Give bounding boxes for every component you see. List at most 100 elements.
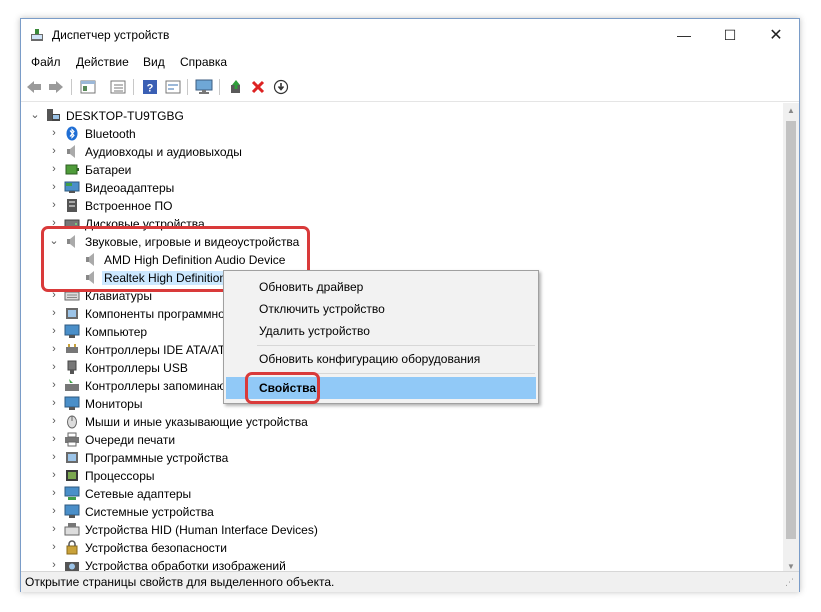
tree-item-label: Устройства HID (Human Interface Devices)	[85, 523, 318, 537]
annotation-highlight-properties	[245, 372, 320, 404]
tree-item-label: Bluetooth	[85, 127, 136, 141]
menu-help[interactable]: Справка	[180, 55, 227, 69]
tree-item-label: Видеоадаптеры	[85, 181, 175, 195]
chevron-right-icon[interactable]: ›	[48, 162, 60, 176]
scroll-thumb[interactable]	[786, 121, 796, 539]
device-manager-icon	[31, 29, 43, 41]
menu-item-label: Обновить драйвер	[259, 280, 364, 294]
vertical-scrollbar[interactable]: ▲ ▼	[783, 103, 799, 575]
speaker-icon	[67, 145, 75, 158]
chevron-right-icon[interactable]: ›	[48, 504, 60, 518]
display-adapter-icon	[64, 181, 80, 193]
menu-item-disable-device[interactable]: Отключить устройство	[226, 298, 536, 320]
help-icon[interactable]: ?	[141, 78, 159, 96]
tree-item-label: Аудиовходы и аудиовыходы	[85, 145, 242, 159]
tree-item-label: Батареи	[85, 163, 132, 177]
chevron-right-icon[interactable]: ›	[48, 378, 60, 392]
close-button[interactable]: ✕	[753, 19, 799, 51]
chevron-right-icon[interactable]: ›	[48, 126, 60, 140]
software-device-icon	[66, 452, 78, 463]
tree-item-label: Программные устройства	[85, 451, 229, 465]
tree-item-security-devices[interactable]: › Устройства безопасности	[21, 539, 783, 557]
uninstall-icon[interactable]	[249, 78, 267, 96]
mouse-icon	[67, 415, 77, 429]
chevron-right-icon[interactable]: ›	[48, 342, 60, 356]
computer-icon	[64, 324, 80, 338]
chevron-right-icon[interactable]: ›	[48, 450, 60, 464]
maximize-button[interactable]: ☐	[707, 19, 753, 51]
menu-item-update-driver[interactable]: Обновить драйвер	[226, 276, 536, 298]
menu-item-label: Отключить устройство	[259, 302, 385, 316]
tree-item-label: Системные устройства	[85, 505, 214, 519]
chevron-right-icon[interactable]: ›	[48, 414, 60, 428]
chevron-right-icon[interactable]: ›	[48, 468, 60, 482]
toolbar-separator	[219, 79, 220, 95]
chevron-right-icon[interactable]: ›	[48, 522, 60, 536]
svg-text:?: ?	[147, 83, 154, 95]
tree-item-mice[interactable]: › Мыши и иные указывающие устройства	[21, 413, 783, 431]
tree-item-processors[interactable]: › Процессоры	[21, 467, 783, 485]
software-component-icon	[66, 308, 78, 319]
back-icon[interactable]	[25, 78, 43, 96]
chevron-right-icon[interactable]: ›	[48, 324, 60, 338]
tree-item-bluetooth[interactable]: › Bluetooth	[21, 125, 783, 143]
chevron-right-icon[interactable]: ›	[48, 486, 60, 500]
menu-item-uninstall-device[interactable]: Удалить устройство	[226, 320, 536, 342]
chevron-right-icon[interactable]: ›	[48, 432, 60, 446]
toolbar-separator	[71, 79, 72, 95]
window-title: Диспетчер устройств	[52, 28, 170, 42]
resize-grip-icon[interactable]: ⋰	[785, 577, 795, 587]
tree-item-software-devices[interactable]: › Программные устройства	[21, 449, 783, 467]
chevron-right-icon[interactable]: ›	[48, 558, 60, 572]
usb-icon	[67, 360, 77, 374]
menu-bar: Файл Действие Вид Справка	[21, 51, 799, 72]
tree-item-audio-io[interactable]: › Аудиовходы и аудиовыходы	[21, 143, 783, 161]
security-device-icon	[66, 540, 78, 555]
title-bar: Диспетчер устройств — ☐ ✕	[21, 19, 799, 51]
action-icon[interactable]	[164, 78, 182, 96]
chevron-right-icon[interactable]: ›	[48, 396, 60, 410]
list-view-icon[interactable]	[109, 78, 127, 96]
toolbar-separator	[133, 79, 134, 95]
status-text: Открытие страницы свойств для выделенног…	[25, 575, 335, 589]
tree-item-hid[interactable]: › Устройства HID (Human Interface Device…	[21, 521, 783, 539]
monitor-scan-icon[interactable]	[195, 78, 213, 96]
tree-item-network-adapters[interactable]: › Сетевые адаптеры	[21, 485, 783, 503]
chevron-right-icon[interactable]: ›	[48, 180, 60, 194]
battery-icon	[65, 164, 79, 175]
cpu-icon	[66, 470, 78, 481]
tree-item-system-devices[interactable]: › Системные устройства	[21, 503, 783, 521]
chevron-right-icon[interactable]: ›	[48, 540, 60, 554]
tree-item-label: Очереди печати	[85, 433, 176, 447]
tree-item-print-queues[interactable]: › Очереди печати	[21, 431, 783, 449]
update-driver-icon[interactable]	[227, 78, 245, 96]
chevron-right-icon[interactable]: ›	[48, 198, 60, 212]
chevron-right-icon[interactable]: ›	[48, 360, 60, 374]
chevron-right-icon[interactable]: ›	[48, 144, 60, 158]
storage-controller-icon	[65, 379, 79, 391]
tree-item-batteries[interactable]: › Батареи	[21, 161, 783, 179]
ide-controller-icon	[66, 344, 78, 353]
bluetooth-icon	[66, 126, 78, 141]
tree-item-label: Процессоры	[85, 469, 155, 483]
chevron-right-icon[interactable]: ›	[48, 306, 60, 320]
properties-view-icon[interactable]	[79, 78, 97, 96]
monitor-icon	[64, 396, 80, 410]
disable-icon[interactable]	[272, 78, 290, 96]
forward-icon[interactable]	[47, 78, 65, 96]
menu-file[interactable]: Файл	[31, 55, 61, 69]
tree-root[interactable]: ⌄ DESKTOP-TU9TGBG	[21, 107, 783, 125]
menu-item-scan-hardware[interactable]: Обновить конфигурацию оборудования	[226, 348, 536, 370]
tree-item-firmware[interactable]: › Встроенное ПО	[21, 197, 783, 215]
minimize-button[interactable]: —	[661, 19, 707, 51]
chevron-down-icon[interactable]: ⌄	[29, 108, 41, 122]
menu-view[interactable]: Вид	[143, 55, 165, 69]
tree-item-label: Контроллеры IDE ATA/ATAPI	[85, 343, 244, 357]
network-adapter-icon	[64, 486, 80, 500]
scroll-up-icon[interactable]: ▲	[783, 103, 799, 119]
menu-action[interactable]: Действие	[76, 55, 129, 69]
tree-item-display-adapters[interactable]: › Видеоадаптеры	[21, 179, 783, 197]
tree-item-label: Сетевые адаптеры	[85, 487, 192, 501]
tree-root-label: DESKTOP-TU9TGBG	[66, 109, 184, 123]
tree-item-label: Встроенное ПО	[85, 199, 173, 213]
